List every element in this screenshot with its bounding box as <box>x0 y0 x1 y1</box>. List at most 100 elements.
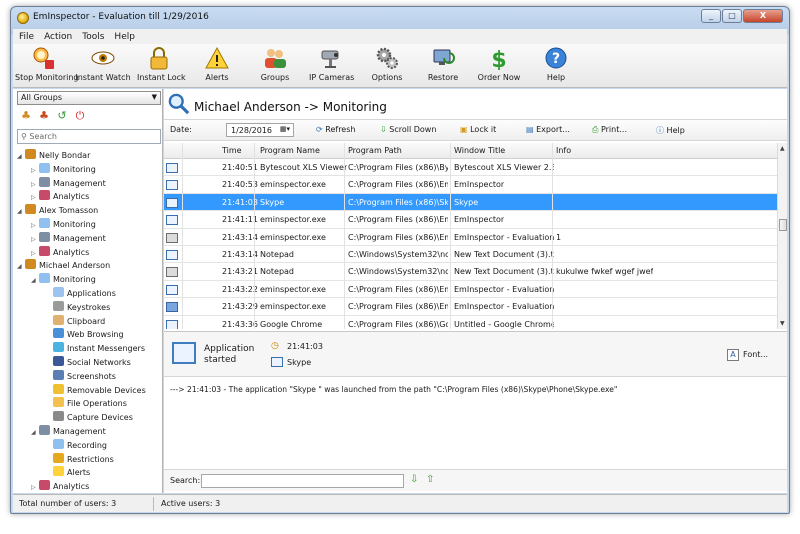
expand-arrow-icon[interactable]: ▷ <box>31 481 39 495</box>
help-button[interactable]: ? Help <box>541 46 571 86</box>
tree-item[interactable]: Restrictions <box>17 452 163 467</box>
expand-arrow-icon[interactable]: ◢ <box>31 274 39 288</box>
table-row[interactable]: 21:40:51 Bytescout XLS Viewer C:\Program F… <box>164 159 777 177</box>
instant-lock-button[interactable]: Instant Lock <box>137 46 186 86</box>
tree-item[interactable]: ◢ Monitoring <box>17 273 163 287</box>
tree-item[interactable]: File Operations <box>17 397 163 411</box>
alerts-button[interactable]: Alerts <box>199 46 235 86</box>
instant-watch-button[interactable]: Instant Watch <box>75 46 131 86</box>
tree-item[interactable]: ◢ Alex Tomasson <box>17 204 163 218</box>
tree-item[interactable]: Web Browsing <box>17 328 163 342</box>
scroll-down-icon[interactable]: ▼ <box>780 320 785 327</box>
font-button[interactable]: Font... <box>743 350 768 359</box>
power-icon[interactable]: ⏻ <box>73 109 87 123</box>
menu-help[interactable]: Help <box>114 32 135 42</box>
tree-item[interactable]: ◢ Nelly Bondar <box>17 149 163 163</box>
tree-item[interactable]: Instant Messengers <box>17 342 163 356</box>
tree-item[interactable]: ▷ Management <box>17 176 163 192</box>
cell-info: 1 <box>556 232 562 242</box>
tree-item-label: Michael Anderson <box>39 261 111 271</box>
expand-arrow-icon[interactable]: ◢ <box>17 205 25 219</box>
help-link[interactable]: ⓘ Help <box>656 125 685 136</box>
remove-user-icon[interactable]: ♣ <box>37 109 51 123</box>
tree-item[interactable]: Social Networks <box>17 355 163 370</box>
scroll-down-button[interactable]: ⇩ Scroll Down <box>380 125 436 134</box>
tree-item[interactable]: ▷ Management <box>17 231 163 247</box>
tree-item[interactable]: ▷ Monitoring <box>17 162 163 178</box>
column-window-title[interactable]: Window Title <box>454 146 505 155</box>
menu-action[interactable]: Action <box>44 32 72 42</box>
tree-item[interactable]: Clipboard <box>17 314 163 329</box>
tree-item[interactable]: Applications <box>17 286 163 301</box>
tree-item[interactable]: Capture Devices <box>17 411 163 425</box>
export-button[interactable]: ▤ Export... <box>526 125 570 134</box>
table-row[interactable]: 21:43:14Notepad C:\Windows\System32\not..… <box>164 246 777 264</box>
maximize-button[interactable]: □ <box>722 9 742 23</box>
restore-icon <box>433 49 455 65</box>
column-program-name[interactable]: Program Name <box>260 146 320 155</box>
order-now-button[interactable]: $ Order Now <box>477 46 521 86</box>
tree-item[interactable]: ▷ Monitoring <box>17 217 163 233</box>
groups-button[interactable]: Groups <box>257 46 293 86</box>
tree-item-label: Recording <box>67 440 108 450</box>
expand-arrow-icon[interactable]: ▷ <box>31 219 39 233</box>
window-icon <box>166 215 178 226</box>
lock-it-button[interactable]: ▣ Lock it <box>460 125 496 134</box>
minimize-button[interactable]: _ <box>701 9 721 23</box>
tree-item[interactable]: Screenshots <box>17 369 163 384</box>
add-user-icon[interactable]: ♣ <box>19 109 33 123</box>
print-button[interactable]: ⎙ Print... <box>592 125 627 135</box>
tree-item-label: Management <box>53 178 106 188</box>
tree-item[interactable]: Keystrokes <box>17 300 163 315</box>
column-program-path[interactable]: Program Path <box>348 146 402 155</box>
close-button[interactable]: X <box>743 9 783 23</box>
refresh-button[interactable]: ⟳ Refresh <box>316 125 355 134</box>
expand-arrow-icon[interactable]: ▷ <box>31 164 39 178</box>
expand-arrow-icon[interactable]: ▷ <box>31 233 39 247</box>
search-previous-icon[interactable]: ⇧ <box>426 474 434 485</box>
group-select[interactable]: All Groups ▼ <box>17 91 161 105</box>
table-scrollbar[interactable]: ▲ ▼ <box>777 143 787 329</box>
menu-file[interactable]: File <box>19 32 34 42</box>
tree-item[interactable]: Removable Devices <box>17 383 163 398</box>
ip-cameras-button[interactable]: IP Cameras <box>309 46 354 86</box>
font-icon[interactable]: A <box>727 349 739 361</box>
table-row[interactable]: 21:43:29 eminspector.exe C:\Program Files … <box>164 298 777 316</box>
restore-button[interactable]: Restore <box>425 46 461 86</box>
title-bar[interactable]: EmInspector - Evaluation till 1/29/2016 … <box>11 7 789 29</box>
table-row[interactable]: 21:41:03SkypeC:\Program Files (x86)\Sky.… <box>164 193 777 212</box>
table-row[interactable]: 21:43:22 eminspector.exe C:\Program Files … <box>164 281 777 299</box>
scroll-thumb[interactable] <box>779 219 787 231</box>
tree-item[interactable]: Recording <box>17 438 163 453</box>
date-picker[interactable]: 1/28/2016 ▦▾ <box>226 123 294 137</box>
search-input[interactable] <box>201 474 404 488</box>
expand-arrow-icon[interactable]: ◢ <box>17 260 25 274</box>
tree-item[interactable]: ▷ Analytics <box>17 245 163 261</box>
tree-search-input[interactable]: ⚲ Search <box>17 129 161 144</box>
table-row[interactable]: 21:43:14 eminspector.exe C:\Program Files … <box>164 229 777 246</box>
cell-time: 21:40:53 <box>222 180 258 190</box>
stop-monitoring-button[interactable]: Stop Monitoring <box>15 46 79 86</box>
menu-tools[interactable]: Tools <box>82 32 104 42</box>
table-row[interactable]: 21:43:21Notepad C:\Windows\System32\not..… <box>164 263 777 281</box>
tree-item[interactable]: ◢ Management <box>17 424 163 440</box>
chart-icon <box>39 245 50 256</box>
tree-item[interactable]: ▷ Analytics <box>17 480 163 494</box>
column-time[interactable]: Time <box>222 146 242 155</box>
column-info[interactable]: Info <box>556 146 571 155</box>
tree-item[interactable]: ◢ Michael Anderson <box>17 259 163 273</box>
tree-item[interactable]: Alerts <box>17 466 163 480</box>
options-button[interactable]: Options <box>369 46 405 86</box>
tree-item[interactable]: ▷ Analytics <box>17 190 163 204</box>
expand-arrow-icon[interactable]: ◢ <box>31 426 39 440</box>
search-next-icon[interactable]: ⇩ <box>410 474 418 485</box>
refresh-icon[interactable]: ↺ <box>55 109 69 123</box>
expand-arrow-icon[interactable]: ▷ <box>31 247 39 261</box>
expand-arrow-icon[interactable]: ▷ <box>31 191 39 205</box>
table-row[interactable]: 21:40:53 eminspector.exe C:\Program Files … <box>164 176 777 194</box>
table-row[interactable]: 21:43:36 Google Chrome C:\Program Files (x… <box>164 316 777 329</box>
expand-arrow-icon[interactable]: ◢ <box>17 150 25 164</box>
expand-arrow-icon[interactable]: ▷ <box>31 178 39 192</box>
scroll-up-icon[interactable]: ▲ <box>780 145 785 152</box>
table-row[interactable]: 21:41:11 eminspector.exe C:\Program Files … <box>164 211 777 229</box>
